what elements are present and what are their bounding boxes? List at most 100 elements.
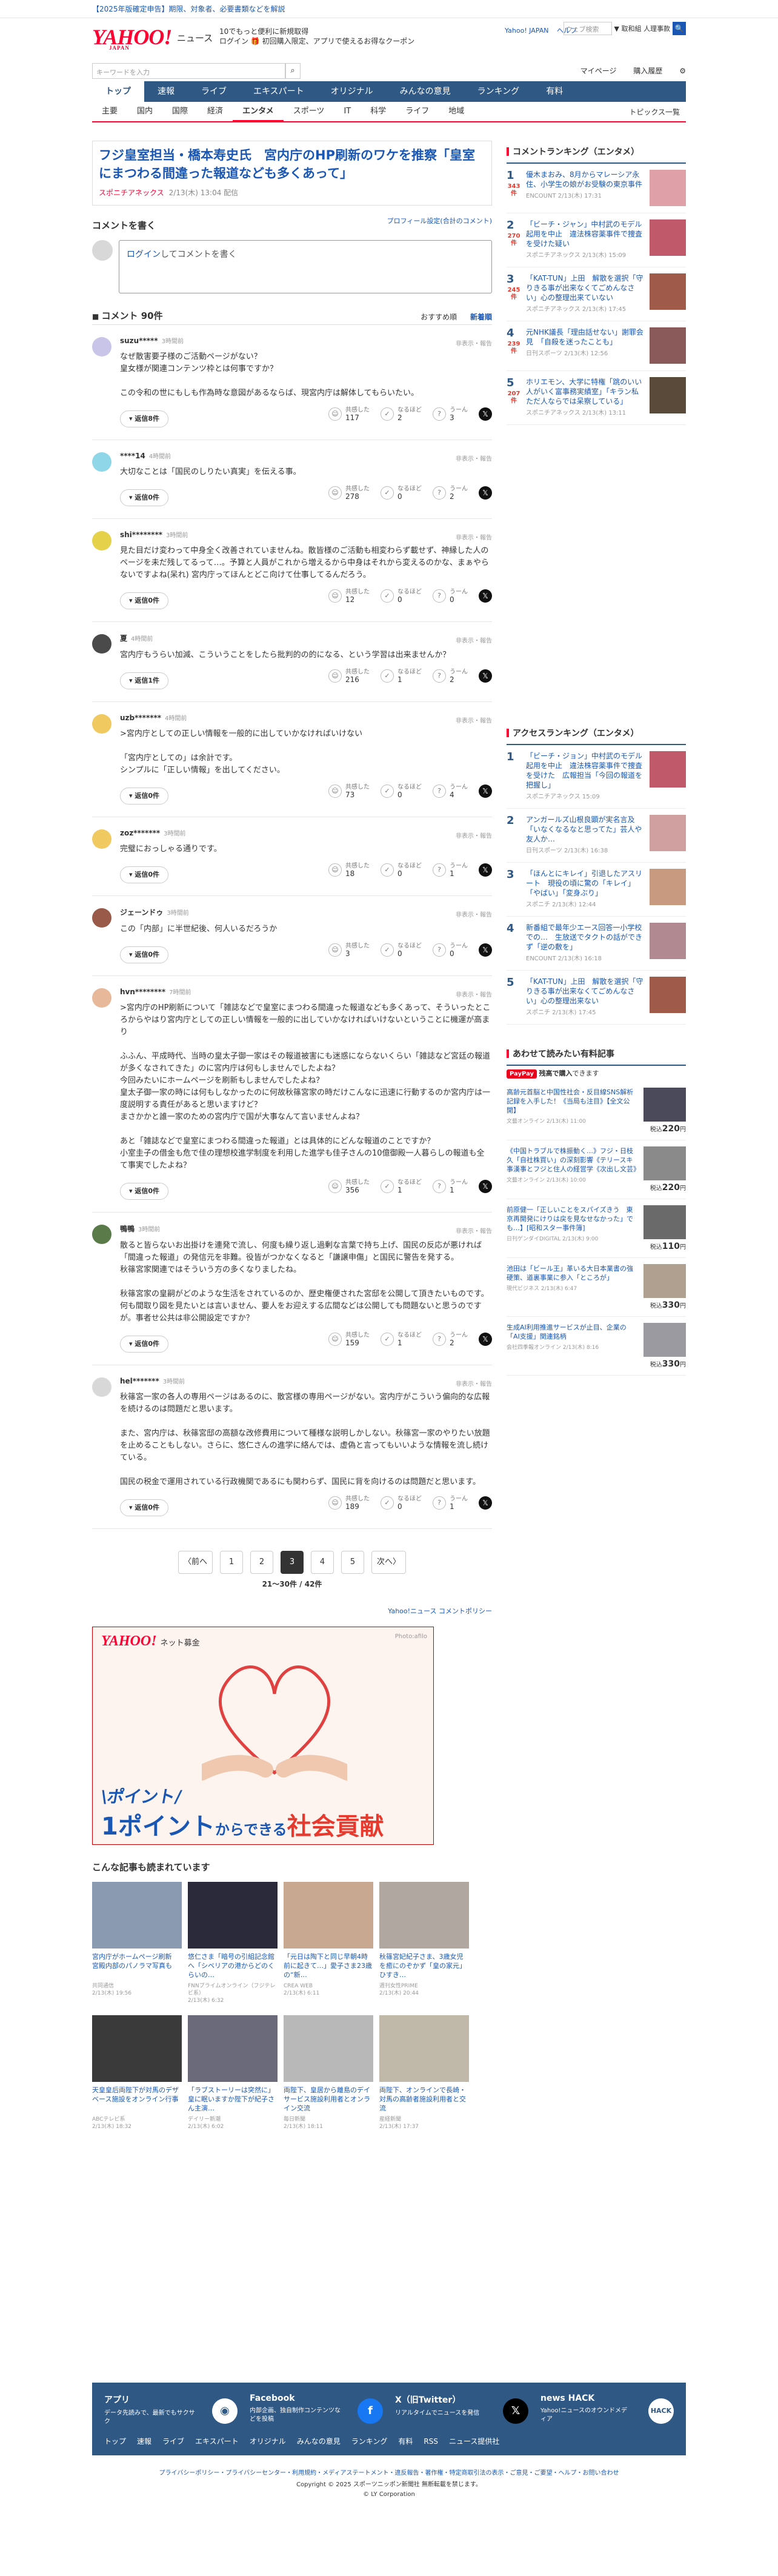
- article-thumbnail[interactable]: [379, 1882, 469, 1949]
- related-article[interactable]: 宮内庁がホームページ刷新 宮殿内部のパノラマ写真も 共同通信 2/13(木) 19:…: [92, 1882, 182, 2004]
- paid-article-item[interactable]: 高齢元首脳と中国性社会・反目線SNS解析記録を入手した！《当局も注目》【全文公開…: [507, 1082, 686, 1140]
- vote-insight-button[interactable]: ✓ なるほど 0: [381, 486, 422, 500]
- article-thumbnail[interactable]: [92, 1882, 182, 1949]
- nav-トップ[interactable]: トップ: [92, 81, 144, 102]
- vote-hmm-button[interactable]: ? うーん 4: [433, 784, 468, 798]
- vote-agree-button[interactable]: ☺ 共感した 73: [328, 784, 370, 798]
- avatar[interactable]: [92, 829, 111, 849]
- hide-report-link[interactable]: 非表示・報告: [456, 1379, 492, 1388]
- category-経済[interactable]: 経済: [198, 101, 233, 122]
- ranking-thumbnail[interactable]: [650, 219, 686, 256]
- ranking-title[interactable]: アンガールズ山根良顕が実名言及「いなくなるなと思ってた」芸人や友人か… 日刊スポー…: [521, 815, 643, 856]
- related-article-title[interactable]: 両陛下、オンラインで長崎・対馬の高齢者施設利用者と交流: [379, 2086, 469, 2113]
- related-article[interactable]: 「ラブストーリーは突然に」皇に眠いますか陛下が紀子さん主演… デイリー新潮 2/13…: [188, 2015, 278, 2130]
- paid-article-title[interactable]: 生成AI利用推進サービスが止目、企業の「AI支援」関連銘柄 会社四季報オンライン …: [507, 1323, 637, 1369]
- paid-article-item[interactable]: 生成AI利用推進サービスが止目、企業の「AI支援」関連銘柄 会社四季報オンライン …: [507, 1317, 686, 1376]
- footer-nav-RSS[interactable]: RSS: [424, 2437, 438, 2446]
- vote-hmm-button[interactable]: ? うーん 0: [433, 589, 468, 603]
- nav-ランキング[interactable]: ランキング: [464, 81, 533, 102]
- article-thumbnail[interactable]: [92, 2015, 182, 2082]
- related-article[interactable]: 「元日は陶下と同じ早朝4時前に起きて…」愛子さま23歳の“新… CREA WEB 2…: [284, 1882, 373, 2004]
- reply-toggle-button[interactable]: 返信8件: [120, 410, 169, 427]
- vote-insight-button[interactable]: ✓ なるほど 0: [381, 943, 422, 957]
- x-share-icon[interactable]: 𝕏: [479, 486, 492, 500]
- category-主要[interactable]: 主要: [92, 101, 127, 122]
- comment-username[interactable]: hel******* 3時間前: [120, 1376, 492, 1385]
- ranking-thumbnail[interactable]: [650, 815, 686, 851]
- footer-nav-エキスパート[interactable]: エキスパート: [195, 2437, 239, 2446]
- ranking-thumbnail[interactable]: [650, 751, 686, 788]
- ranking-title[interactable]: 「KAT-TUN」上田 解散を選択「守りきる事が出来なくてごめんなさい」心の整理…: [521, 977, 643, 1018]
- ranking-thumbnail[interactable]: [650, 977, 686, 1013]
- ranking-item[interactable]: 4 239件 元NHK議長「理由話せない」謝罪会見 「自殺を迷ったことも」 日刊スポー…: [507, 321, 686, 371]
- x-share-icon[interactable]: 𝕏: [479, 943, 492, 957]
- ranking-item[interactable]: 2 アンガールズ山根良顕が実名言及「いなくなるなと思ってた」芸人や友人か… 日刊スポ…: [507, 809, 686, 863]
- nav-速報[interactable]: 速報: [144, 81, 188, 102]
- tax-banner-link[interactable]: 【2025年版確定申告】期限、対象者、必要書類などを解説: [92, 4, 285, 14]
- reply-toggle-button[interactable]: 返信0件: [120, 489, 169, 506]
- vote-hmm-button[interactable]: ? うーん 3: [433, 407, 468, 421]
- ranking-item[interactable]: 5 207件 ホリエモン、大学に特権「跳のいい人がいく富事務実績室」「キラン私ただ人…: [507, 371, 686, 425]
- reply-toggle-button[interactable]: 返信0件: [120, 1499, 169, 1516]
- article-thumbnail[interactable]: [188, 2015, 278, 2082]
- vote-agree-button[interactable]: ☺ 共感した 356: [328, 1179, 370, 1194]
- footer-x[interactable]: X（旧Twitter） リアルタイムでニュースを発信 𝕏: [395, 2394, 534, 2424]
- magnifier-icon[interactable]: ⌕: [285, 63, 301, 79]
- ranking-title[interactable]: 新番組で最年少エース回答一小学校での… 生放送でタクトの話ができず「逆の敷を」 E…: [521, 923, 643, 964]
- related-article-title[interactable]: 宮内庁がホームページ刷新 宮殿内部のパノラマ写真も: [92, 1952, 182, 1980]
- page-3-button[interactable]: 3: [281, 1551, 304, 1574]
- vote-agree-button[interactable]: ☺ 共感した 18: [328, 863, 370, 877]
- vote-hmm-button[interactable]: ? うーん 2: [433, 486, 468, 500]
- vote-insight-button[interactable]: ✓ なるほど 0: [381, 863, 422, 877]
- vote-insight-button[interactable]: ✓ なるほど 1: [381, 1332, 422, 1347]
- hide-report-link[interactable]: 非表示・報告: [456, 989, 492, 999]
- footer-facebook[interactable]: Facebook 内部企画、独自制作コンテンツなどを投稿 f: [250, 2394, 389, 2424]
- footer-news-hack[interactable]: news HACK Yahoo!ニュースのオウンドメディア HACK: [540, 2394, 680, 2424]
- prev-page-button[interactable]: 〈前へ: [178, 1551, 213, 1574]
- vote-agree-button[interactable]: ☺ 共感した 159: [328, 1332, 370, 1347]
- hide-report-link[interactable]: 非表示・報告: [456, 715, 492, 724]
- ranking-title[interactable]: 「ほんとにキレイ」引退したアスリート 現役の頃に驚の「キレイ」「やばい」「変身ぶ…: [521, 869, 643, 910]
- vote-insight-button[interactable]: ✓ なるほど 2: [381, 407, 422, 421]
- category-エンタメ[interactable]: エンタメ: [233, 101, 284, 122]
- ranking-thumbnail[interactable]: [650, 170, 686, 206]
- category-地域[interactable]: 地域: [439, 101, 474, 122]
- category-国際[interactable]: 国際: [162, 101, 198, 122]
- footer-nav-有料[interactable]: 有料: [398, 2437, 413, 2446]
- ranking-thumbnail[interactable]: [650, 377, 686, 413]
- paid-article-thumbnail[interactable]: [643, 1323, 686, 1357]
- comment-username[interactable]: 夏 4時間前: [120, 633, 492, 643]
- page-4-button[interactable]: 4: [311, 1551, 334, 1574]
- avatar[interactable]: [92, 1225, 111, 1244]
- paid-article-title[interactable]: 高齢元首脳と中国性社会・反目線SNS解析記録を入手した！《当局も注目》【全文公開…: [507, 1088, 637, 1134]
- related-article[interactable]: 悠仁さま「暗号の引組記念館へ「シベリアの港からどのくらいの… FNNプライムオンラ…: [188, 1882, 278, 2004]
- related-article[interactable]: 両陛下、オンラインで長崎・対馬の高齢者施設利用者と交流 産経新聞 2/13(木) 1…: [379, 2015, 469, 2130]
- x-share-icon[interactable]: 𝕏: [479, 863, 492, 877]
- keyword-search-input[interactable]: キーワードを入力: [92, 63, 286, 79]
- news-section-label[interactable]: ニュース: [177, 32, 213, 44]
- comment-username[interactable]: zoz******* 3時間前: [120, 828, 492, 837]
- purchase-history-link[interactable]: 購入履歴: [633, 67, 662, 75]
- vote-insight-button[interactable]: ✓ なるほど 0: [381, 784, 422, 798]
- related-article-title[interactable]: 両陛下、皇居から離島のデイサービス施設利用者とオンライン交流: [284, 2086, 373, 2113]
- search-scope-select[interactable]: ▼ 取和組 人理事款: [614, 24, 670, 33]
- vote-agree-button[interactable]: ☺ 共感した 12: [328, 589, 370, 603]
- hide-report-link[interactable]: 非表示・報告: [456, 338, 492, 347]
- hide-report-link[interactable]: 非表示・報告: [456, 635, 492, 644]
- footer-legal-links[interactable]: プライバシーポリシー・プライバシーセンター・利用規約・メディアステートメント・違…: [0, 2467, 778, 2477]
- comment-username[interactable]: suzu***** 3時間前: [120, 336, 492, 345]
- ranking-item[interactable]: 5 「KAT-TUN」上田 解散を選択「守りきる事が出来なくてごめんなさい」心の整…: [507, 971, 686, 1025]
- paid-article-thumbnail[interactable]: [643, 1146, 686, 1180]
- topics-list-link[interactable]: トピックス一覧: [629, 107, 680, 117]
- x-share-icon[interactable]: 𝕏: [479, 1496, 492, 1510]
- related-article-title[interactable]: 天皇皇后両陛下が対馬のデザベース施設をオンライン行事: [92, 2086, 182, 2113]
- next-page-button[interactable]: 次へ〉: [371, 1551, 407, 1574]
- yahoo-japan-link[interactable]: Yahoo! JAPAN: [505, 27, 549, 35]
- vote-insight-button[interactable]: ✓ なるほど 0: [381, 1496, 422, 1510]
- hide-report-link[interactable]: 非表示・報告: [456, 1226, 492, 1235]
- search-icon[interactable]: 🔍: [673, 22, 686, 35]
- web-search-input[interactable]: ウェブ検索: [563, 22, 612, 35]
- promo-text[interactable]: 10でもっと便利に新規取得 ログイン 🎁 初回購入限定、アプリで使えるお得なクー…: [219, 27, 414, 46]
- footer-app[interactable]: アプリ データ先読みで、最新でもサクサク ◉: [104, 2394, 244, 2426]
- vote-agree-button[interactable]: ☺ 共感した 216: [328, 669, 370, 683]
